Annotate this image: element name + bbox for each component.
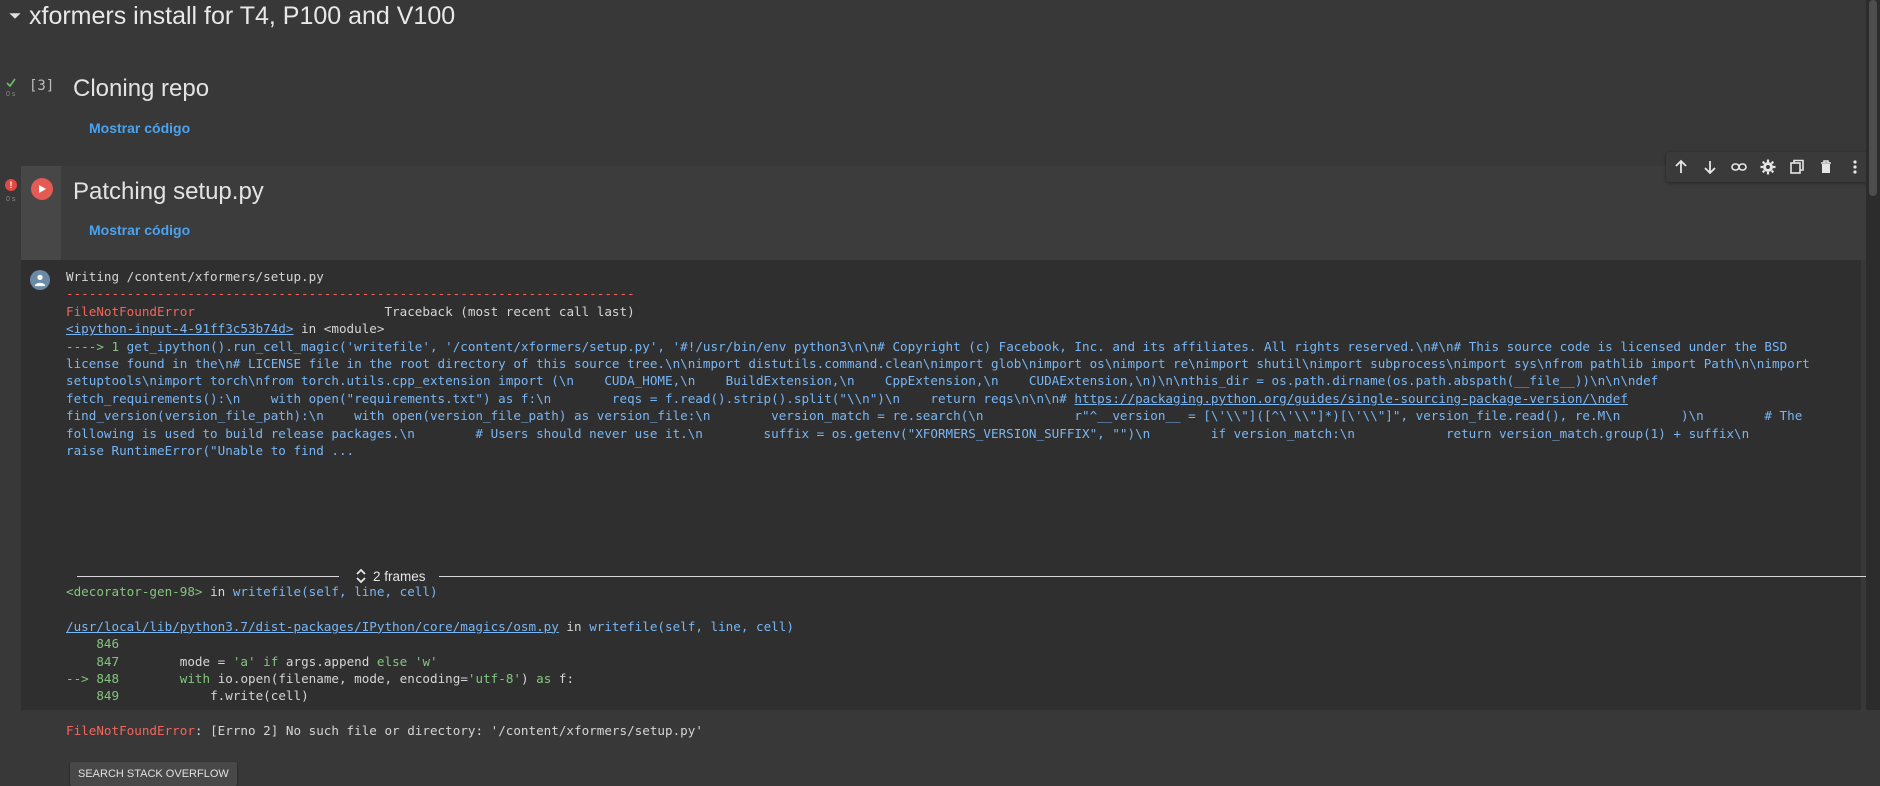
section-header: xformers install for T4, P100 and V100 — [0, 0, 455, 32]
code-line-current: --> 848 with io.open(filename, mode, enc… — [66, 671, 575, 687]
trash-icon — [1821, 160, 1832, 173]
traceback-text: Writing /content/xformers/setup.py -----… — [66, 268, 1876, 459]
collapse-caret-icon[interactable] — [0, 1, 30, 31]
call-line-4: fetch_requirements():\n with open("requi… — [66, 390, 1075, 406]
link-icon — [1731, 163, 1747, 171]
ipython-input-link[interactable]: <ipython-input-4-91ff3c53b74d> — [66, 321, 293, 336]
move-up-button[interactable] — [1670, 156, 1692, 178]
call-line-5: find_version(version_file_path):\n with … — [66, 408, 1803, 424]
writefile-signature: writefile(self, line, cell) — [589, 618, 794, 634]
mirror-icon — [1790, 159, 1804, 174]
check-icon — [6, 78, 16, 88]
cell-toolbar — [1666, 152, 1870, 182]
more-button[interactable] — [1844, 156, 1866, 178]
final-error-message: : [Errno 2] No such file or directory: '… — [194, 723, 703, 739]
in-module-text: in <module> — [293, 321, 385, 337]
cell-output: Writing /content/xformers/setup.py -----… — [21, 260, 1876, 786]
traceback-header: Traceback (most recent call last) — [384, 303, 635, 319]
traceback-frames: <decorator-gen-98> in writefile(self, li… — [66, 583, 1876, 740]
error-marker-icon: ! — [5, 179, 17, 191]
move-down-button[interactable] — [1699, 156, 1721, 178]
code-line: 847 mode = 'a' if args.append else 'w' — [96, 653, 438, 669]
delete-button[interactable] — [1815, 156, 1837, 178]
more-icon — [1853, 160, 1858, 174]
cell-cloning-repo[interactable]: 0 s [3] Cloning repo Mostrar código — [0, 60, 1880, 150]
cell-patching-setup[interactable]: ! 0 s Patching setup.py Mostrar código W… — [0, 152, 1880, 786]
error-name: FileNotFoundError — [66, 303, 195, 319]
show-code-link[interactable]: Mostrar código — [89, 120, 190, 136]
gear-icon — [1760, 159, 1776, 175]
osm-file-link[interactable]: /usr/local/lib/python3.7/dist-packages/I… — [66, 619, 559, 634]
arrow-marker: ----> 1 — [66, 338, 127, 354]
page-scrollbar[interactable] — [1866, 0, 1880, 710]
execution-count: [3] — [29, 78, 55, 94]
divider-line — [77, 576, 339, 577]
section-title: xformers install for T4, P100 and V100 — [29, 1, 456, 30]
call-line-6: following is used to build release packa… — [66, 425, 1750, 441]
show-code-link[interactable]: Mostrar código — [89, 222, 190, 238]
search-stack-overflow-button[interactable]: SEARCH STACK OVERFLOW — [70, 762, 237, 786]
writefile-signature: writefile(self, line, cell) — [232, 584, 438, 599]
divider-line — [439, 576, 1876, 577]
code-line: 849 f.write(cell) — [96, 688, 309, 704]
output-avatar-icon — [30, 270, 50, 290]
writing-line: Writing /content/xformers/setup.py — [66, 269, 324, 284]
final-error-name: FileNotFoundError — [66, 723, 195, 739]
packaging-link[interactable]: https://packaging.python.org/guides/sing… — [1074, 391, 1628, 406]
arrow-down-icon — [1704, 161, 1716, 175]
call-line-7: raise RuntimeError("Unable to find ... — [66, 443, 355, 459]
in-text: in — [202, 584, 233, 599]
exec-time: 0 s — [6, 91, 16, 98]
scrollbar-thumb[interactable] — [1869, 0, 1877, 196]
cell-header — [61, 166, 1880, 260]
frames-label: 2 frames — [373, 568, 426, 584]
cell-title: Patching setup.py — [73, 178, 264, 205]
run-cell-button[interactable] — [31, 178, 53, 200]
code-line: 846 — [96, 636, 120, 652]
link-button[interactable] — [1728, 156, 1750, 178]
call-line-2: license found in the\n# LICENSE file in … — [66, 356, 1810, 372]
call-line-1: get_ipython().run_cell_magic('writefile'… — [126, 338, 1788, 354]
arrow-up-icon — [1674, 159, 1687, 173]
mirror-button[interactable] — [1786, 156, 1808, 178]
decorator-name: <decorator-gen-98> — [66, 584, 203, 599]
call-line-3: setuptools\nimport torch\nfrom torch.uti… — [66, 373, 1659, 389]
in-text: in — [558, 618, 590, 634]
settings-button[interactable] — [1757, 156, 1779, 178]
cell-title: Cloning repo — [73, 75, 210, 102]
exec-time: 0 s — [6, 196, 16, 203]
dashes-line: ----------------------------------------… — [66, 286, 635, 302]
play-icon — [39, 185, 46, 193]
